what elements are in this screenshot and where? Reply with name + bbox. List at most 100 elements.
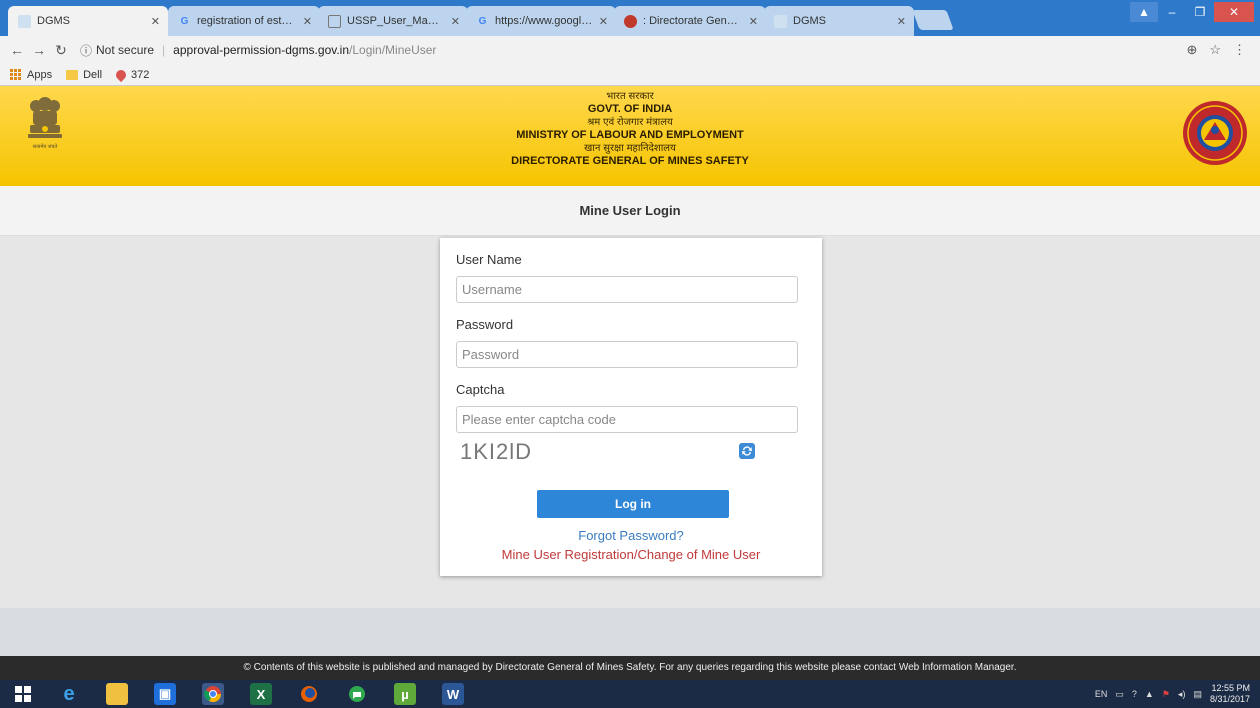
browser-tab[interactable]: G https://www.google.co.in ✕ [466, 6, 616, 36]
site-footer: © Contents of this website is published … [0, 656, 1260, 680]
network-icon[interactable]: ▤ [1193, 689, 1202, 700]
header-line-hindi-directorate: खान सुरक्षा महानिदेशालय [584, 143, 676, 154]
browser-tab[interactable]: G registration of establishm ✕ [168, 6, 320, 36]
address-separator: | [162, 43, 166, 57]
bookmark-apps[interactable]: Apps [10, 68, 53, 81]
bookmark-label: Dell [83, 68, 103, 81]
mine-user-registration-link[interactable]: Mine User Registration/Change of Mine Us… [440, 547, 822, 562]
volume-icon[interactable]: ◂) [1178, 689, 1186, 700]
browser-tab[interactable]: DGMS ✕ [8, 6, 168, 36]
close-icon[interactable]: ✕ [749, 15, 758, 28]
language-indicator[interactable]: EN [1095, 689, 1108, 699]
url-path: /Login/MineUser [349, 43, 437, 57]
browser-tab[interactable]: DGMS ✕ [764, 6, 914, 36]
captcha-image: 1KI2lD [460, 439, 533, 464]
page-title: Mine User Login [0, 186, 1260, 236]
windows-start-icon[interactable] [12, 683, 34, 705]
utorrent-icon[interactable]: µ [394, 683, 416, 705]
google-icon: G [478, 15, 487, 27]
bookmark-star-icon[interactable]: ☆ [1209, 42, 1221, 58]
header-line-hindi-ministry: श्रम एवं रोजगार मंत्रालय [587, 117, 673, 128]
word-icon[interactable]: W [442, 683, 464, 705]
profile-icon[interactable]: ▲ [1130, 2, 1158, 22]
bookmark-label: Apps [27, 68, 53, 81]
password-input[interactable] [456, 341, 798, 368]
header-line-ministry: MINISTRY OF LABOUR AND EMPLOYMENT [516, 129, 744, 141]
header-line-govt: GOVT. OF INDIA [587, 103, 673, 115]
internet-explorer-icon[interactable]: e [58, 683, 80, 705]
window-close-button[interactable]: ✕ [1214, 2, 1254, 22]
clock[interactable]: 12:55 PM 8/31/2017 [1210, 683, 1250, 705]
apps-icon [10, 68, 22, 81]
chrome-icon[interactable] [202, 683, 224, 705]
system-tray: EN ▭ ? ▲ ⚑ ◂) ▤ 12:55 PM 8/31/2017 [1095, 682, 1250, 706]
username-label: User Name [456, 252, 522, 267]
bookmark-label: 372 [131, 68, 150, 81]
header-line-directorate: DIRECTORATE GENERAL OF MINES SAFETY [511, 155, 749, 167]
footer-spacer [0, 608, 1260, 656]
forgot-password-link[interactable]: Forgot Password? [440, 528, 822, 543]
dgms-icon [624, 14, 637, 28]
flag-icon[interactable]: ⚑ [1162, 689, 1170, 700]
browser-tab[interactable]: : Directorate General Of ✕ [614, 6, 766, 36]
back-icon[interactable]: ← [6, 42, 28, 58]
header-line-hindi-govt: भारत सरकार [606, 91, 654, 102]
browser-toolbar: ← → ↻ ⓘ Not secure | approval-permission… [0, 36, 1260, 64]
browser-tab[interactable]: USSP_User_Manual_v1.0 ✕ [318, 6, 468, 36]
forward-icon[interactable]: → [28, 42, 50, 58]
page-icon [774, 14, 787, 28]
login-card: User Name Password Captcha 1KI2lD Log in… [440, 238, 822, 576]
window-controls: ▲ – ❐ ✕ [1130, 2, 1254, 22]
zoom-icon[interactable]: ⊕ [1186, 42, 1197, 58]
clock-time: 12:55 PM [1211, 683, 1250, 693]
store-icon[interactable]: ▣ [154, 683, 176, 705]
tab-title: registration of establishm [197, 15, 297, 27]
address-bar[interactable]: ⓘ Not secure | approval-permission-dgms.… [80, 39, 1240, 61]
chat-app-icon[interactable] [346, 683, 368, 705]
tab-title: : Directorate General Of [643, 15, 743, 27]
file-explorer-icon[interactable] [106, 683, 128, 705]
windows-taskbar: e ▣ X µ W EN ▭ ? ▲ ⚑ ◂) ▤ 12:55 PM 8/31/… [0, 680, 1260, 708]
tab-title: https://www.google.co.in [495, 15, 593, 27]
url-host: approval-permission-dgms.gov.in [173, 43, 350, 57]
login-button[interactable]: Log in [537, 490, 729, 518]
refresh-icon[interactable] [739, 443, 755, 459]
browser-tabstrip: DGMS ✕ G registration of establishm ✕ US… [0, 0, 1260, 36]
captcha-label: Captcha [456, 382, 505, 397]
close-icon[interactable]: ✕ [303, 15, 312, 28]
keyboard-icon[interactable]: ▭ [1115, 689, 1124, 700]
dgms-seal-icon [1183, 101, 1247, 165]
bookmark-372[interactable]: 372 [113, 67, 150, 82]
close-icon[interactable]: ✕ [599, 15, 608, 28]
header-lines: भारत सरकार GOVT. OF INDIA श्रम एवं रोजगा… [0, 90, 1260, 168]
help-icon[interactable]: ? [1132, 689, 1137, 699]
maximize-button[interactable]: ❐ [1186, 2, 1214, 22]
reload-icon[interactable]: ↻ [50, 42, 72, 59]
document-icon [328, 14, 341, 28]
excel-icon[interactable]: X [250, 683, 272, 705]
clock-date: 8/31/2017 [1209, 694, 1250, 704]
tab-title: DGMS [793, 15, 826, 27]
firefox-icon[interactable] [298, 683, 320, 705]
site-header: सत्यमेव जयते भारत सरकार GOVT. OF INDIA श… [0, 86, 1260, 186]
pin-icon [113, 67, 129, 82]
password-label: Password [456, 317, 514, 332]
new-tab-button[interactable] [912, 10, 954, 30]
menu-icon[interactable]: ⋮ [1233, 42, 1246, 58]
omnibox-actions: ⊕ ☆ ⋮ [1186, 42, 1246, 58]
username-input[interactable] [456, 276, 798, 303]
google-icon: G [180, 15, 189, 27]
captcha-input[interactable] [456, 406, 798, 433]
tray-expand-icon[interactable]: ▲ [1145, 689, 1154, 699]
info-icon[interactable]: ⓘ [80, 42, 92, 59]
page-icon [18, 14, 31, 28]
bookmarks-bar: Apps Dell 372 [0, 64, 1260, 86]
close-icon[interactable]: ✕ [451, 15, 460, 28]
bookmark-dell[interactable]: Dell [66, 69, 102, 81]
folder-icon [66, 69, 79, 80]
close-icon[interactable]: ✕ [897, 15, 906, 28]
captcha-row: 1KI2lD [456, 437, 799, 477]
minimize-button[interactable]: – [1158, 2, 1186, 22]
close-icon[interactable]: ✕ [151, 15, 160, 28]
security-label: Not secure [96, 43, 155, 57]
